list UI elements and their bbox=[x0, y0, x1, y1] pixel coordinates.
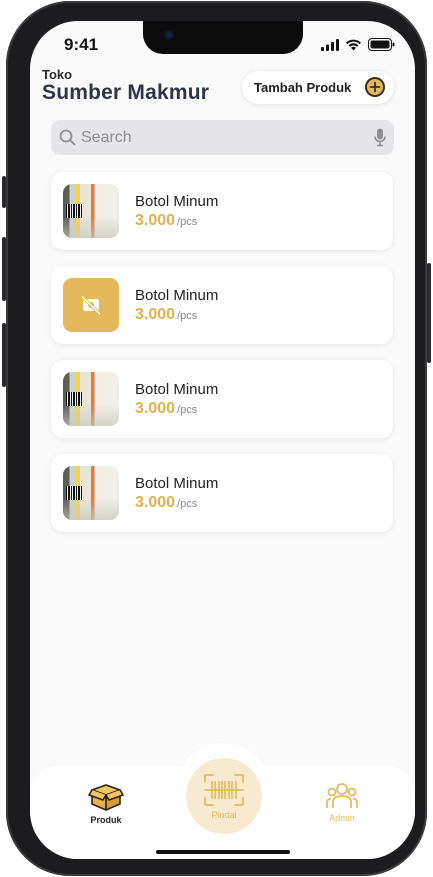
battery-icon bbox=[368, 38, 395, 51]
nav-label-produk: Produk bbox=[90, 815, 122, 825]
image-shade bbox=[63, 498, 119, 520]
product-price: 3.000/pcs bbox=[135, 212, 197, 230]
power-button bbox=[427, 263, 431, 363]
product-card[interactable]: Botol Minum 3.000/pcs bbox=[51, 454, 393, 532]
no-image-icon bbox=[63, 278, 119, 332]
microphone-icon[interactable] bbox=[374, 128, 386, 147]
image-shade bbox=[63, 404, 119, 426]
volume-down-button bbox=[2, 323, 6, 387]
add-product-label: Tambah Produk bbox=[254, 80, 352, 95]
phone-frame: 9:41 Toko Sumber Makmur Tambah Produk Se… bbox=[2, 1, 431, 876]
nav-label-pindai: Pindai bbox=[211, 810, 237, 820]
product-name: Botol Minum bbox=[135, 287, 219, 304]
price-unit: /pcs bbox=[177, 498, 198, 510]
status-icons bbox=[321, 38, 395, 51]
wifi-icon bbox=[346, 39, 361, 50]
search-input[interactable]: Search bbox=[81, 129, 132, 147]
product-image bbox=[63, 466, 119, 520]
plus-circle-icon bbox=[365, 77, 385, 97]
product-card[interactable]: Botol Minum 3.000/pcs bbox=[51, 360, 393, 438]
price-value: 3.000 bbox=[135, 494, 176, 511]
home-indicator[interactable] bbox=[156, 850, 290, 854]
barcode-scan-icon bbox=[204, 774, 244, 806]
price-value: 3.000 bbox=[135, 400, 176, 417]
add-product-button[interactable]: Tambah Produk bbox=[242, 71, 394, 104]
product-price: 3.000/pcs bbox=[135, 400, 197, 418]
product-card[interactable]: Botol Minum 3.000/pcs bbox=[51, 266, 393, 344]
product-name: Botol Minum bbox=[135, 193, 219, 210]
volume-up-button bbox=[2, 237, 6, 301]
signal-icon bbox=[321, 38, 339, 51]
nav-item-admin[interactable]: Admin bbox=[326, 782, 358, 823]
store-name: Sumber Makmur bbox=[42, 81, 210, 104]
search-icon bbox=[59, 129, 76, 146]
price-unit: /pcs bbox=[177, 216, 198, 228]
nav-item-pindai[interactable]: Pindai bbox=[203, 773, 245, 820]
nav-label-admin: Admin bbox=[329, 813, 355, 823]
camera bbox=[164, 30, 174, 40]
mute-switch bbox=[2, 176, 6, 208]
store-label: Toko bbox=[42, 67, 73, 82]
price-value: 3.000 bbox=[135, 306, 176, 323]
product-price: 3.000/pcs bbox=[135, 494, 197, 512]
product-image bbox=[63, 184, 119, 238]
box-icon bbox=[88, 784, 124, 811]
price-value: 3.000 bbox=[135, 212, 176, 229]
status-time: 9:41 bbox=[64, 35, 99, 54]
price-unit: /pcs bbox=[177, 404, 198, 416]
notch bbox=[143, 21, 303, 54]
screen: 9:41 Toko Sumber Makmur Tambah Produk Se… bbox=[30, 21, 415, 859]
product-price: 3.000/pcs bbox=[135, 306, 197, 324]
search-bar[interactable]: Search bbox=[51, 120, 394, 155]
price-unit: /pcs bbox=[177, 310, 198, 322]
product-name: Botol Minum bbox=[135, 381, 219, 398]
product-name: Botol Minum bbox=[135, 475, 219, 492]
image-shade bbox=[63, 216, 119, 238]
users-icon bbox=[326, 783, 358, 808]
nav-item-produk[interactable]: Produk bbox=[88, 782, 124, 825]
product-card[interactable]: Botol Minum 3.000/pcs bbox=[51, 172, 393, 250]
product-image bbox=[63, 372, 119, 426]
